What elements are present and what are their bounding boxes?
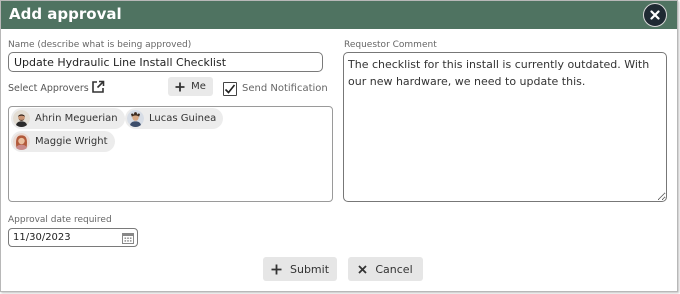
approval-date-label: Approval date required: [8, 215, 112, 225]
requestor-comment-label: Requestor Comment: [344, 40, 437, 50]
approvers-list[interactable]: Ahrin Meguerian Lucas Guinea Maggie Wrig…: [8, 106, 333, 202]
send-notification-label: Send Notification: [242, 83, 328, 94]
close-icon: [650, 10, 660, 20]
calendar-icon[interactable]: [122, 232, 134, 244]
person-avatar-curly-hair-icon: [127, 110, 144, 127]
checkmark-icon: [224, 84, 236, 94]
external-link-icon[interactable]: [91, 80, 105, 94]
name-field-label: Name (describe what is being approved): [8, 40, 192, 50]
dialog-titlebar: Add approval: [1, 1, 677, 29]
close-button[interactable]: [643, 3, 667, 27]
submit-button[interactable]: Submit: [263, 257, 337, 281]
requestor-comment-field[interactable]: The checklist for this install is curren…: [343, 52, 667, 202]
person-avatar-dark-hair-icon: [13, 110, 30, 127]
select-approvers-label: Select Approvers: [8, 83, 89, 94]
approver-name: Lucas Guinea: [149, 113, 217, 124]
close-icon: [358, 264, 367, 274]
plus-icon: [271, 264, 282, 274]
approval-date-field[interactable]: 11/30/2023: [8, 228, 138, 247]
approval-date-value: 11/30/2023: [13, 232, 71, 243]
cancel-button[interactable]: Cancel: [348, 257, 423, 281]
submit-button-label: Submit: [289, 262, 330, 276]
plus-icon: [175, 82, 185, 91]
person-avatar-red-hair-icon: [13, 133, 30, 150]
cancel-button-label: Cancel: [375, 262, 413, 276]
name-field[interactable]: [8, 52, 323, 72]
add-approval-dialog: Add approval Name (describe what is bein…: [0, 0, 678, 292]
send-notification-toggle[interactable]: Send Notification: [223, 82, 328, 96]
approver-chip[interactable]: Ahrin Meguerian: [11, 108, 125, 129]
approver-chip[interactable]: Lucas Guinea: [125, 108, 224, 129]
add-me-button[interactable]: Me: [168, 77, 213, 96]
approver-chip[interactable]: Maggie Wright: [11, 131, 115, 152]
send-notification-checkbox[interactable]: [223, 82, 237, 96]
approver-name: Ahrin Meguerian: [35, 113, 118, 124]
add-me-button-label: Me: [191, 81, 206, 92]
dialog-title: Add approval: [9, 5, 122, 23]
approver-name: Maggie Wright: [35, 136, 108, 147]
